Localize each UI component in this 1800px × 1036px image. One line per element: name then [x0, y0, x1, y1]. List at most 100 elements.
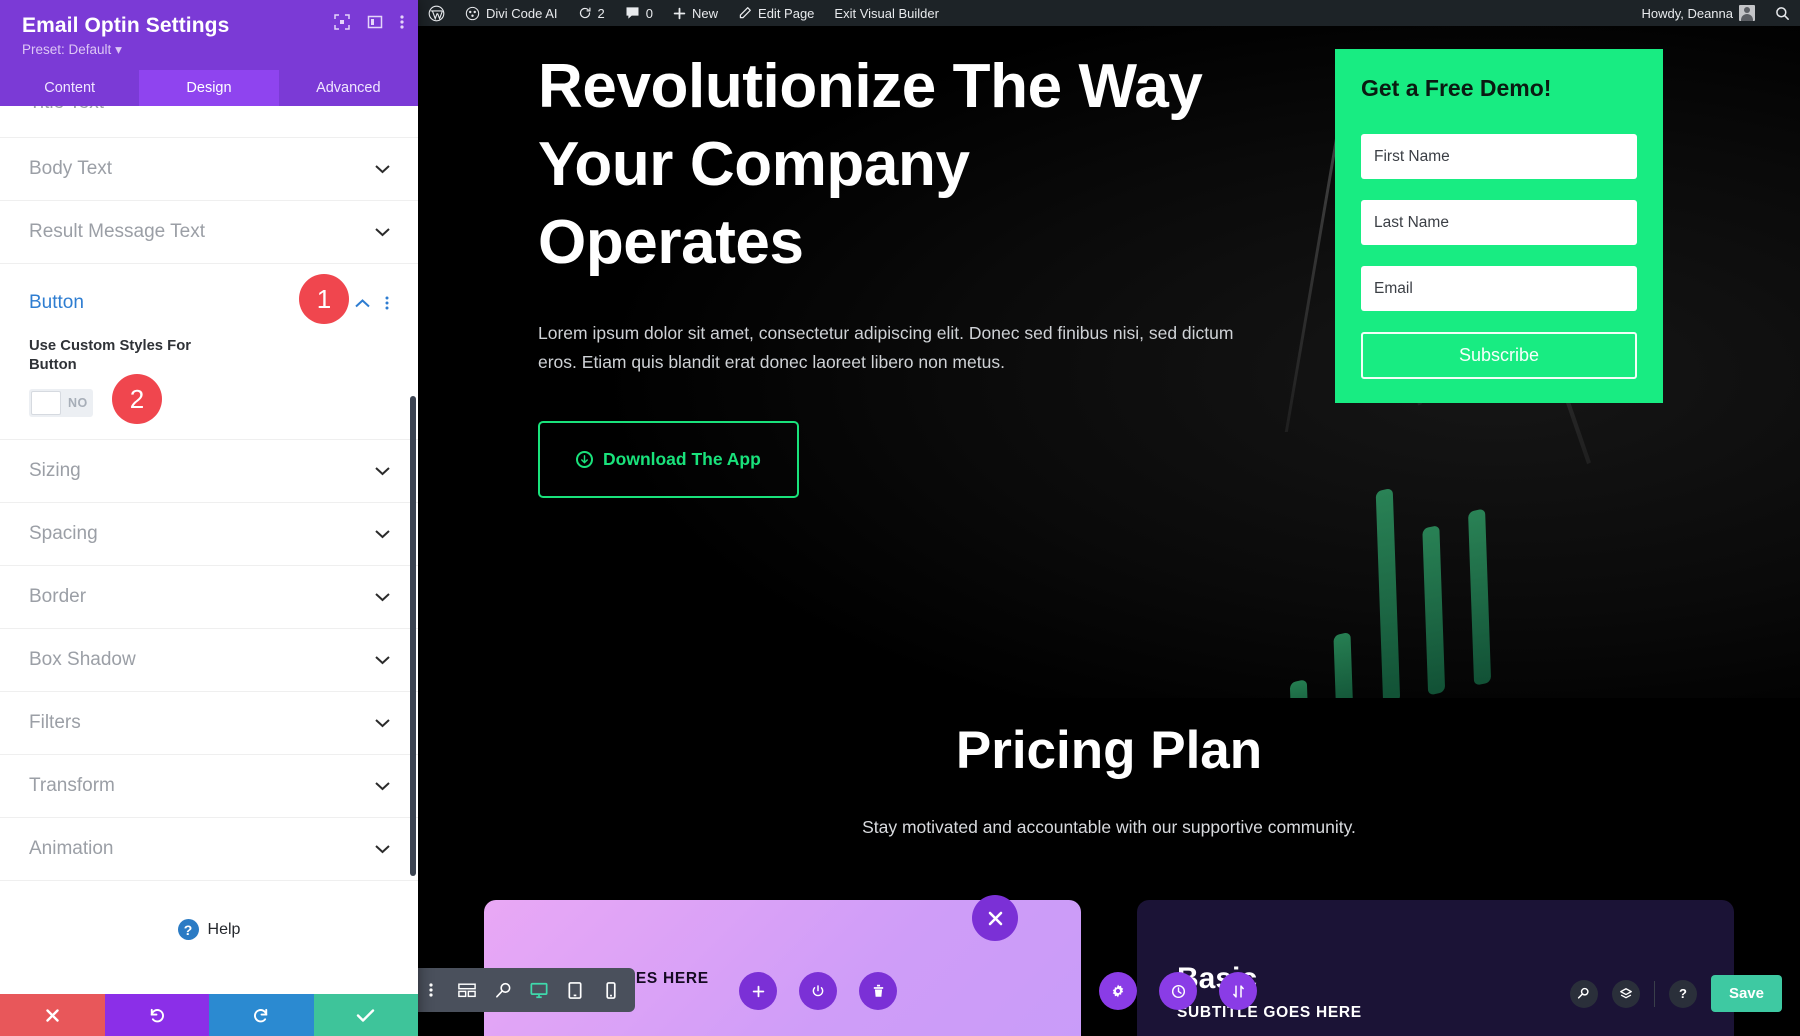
wordpress-logo-icon[interactable] [418, 0, 455, 26]
chevron-up-icon[interactable] [355, 298, 370, 308]
accordion-label: Sizing [29, 460, 81, 482]
close-section-button[interactable] [972, 895, 1018, 941]
admin-bar-label: New [692, 5, 719, 21]
accordion-spacing[interactable]: Spacing [0, 503, 418, 567]
more-options-icon[interactable] [400, 14, 404, 30]
panel-header: Email Optin Settings Preset: Default ▾ [0, 0, 418, 70]
desktop-view-icon[interactable] [521, 968, 557, 1012]
help-glyph: ? [1678, 986, 1687, 1001]
chevron-down-icon [375, 656, 390, 665]
discard-changes-button[interactable] [0, 994, 105, 1036]
help-link[interactable]: ? Help [0, 881, 418, 941]
hero-subtext: Lorem ipsum dolor sit amet, consectetur … [538, 323, 1234, 373]
toggle-knob [31, 391, 61, 416]
accordion-button-open: Button Use Custom Styles For Button NO [0, 264, 418, 441]
chevron-down-icon [375, 593, 390, 602]
help-label: Help [207, 920, 241, 938]
view-mode-toolbar [407, 968, 635, 1012]
help-icon[interactable]: ? [1668, 979, 1697, 1008]
layers-icon[interactable] [1611, 979, 1640, 1008]
optin-heading: Get a Free Demo! [1361, 75, 1552, 101]
accordion-body-text[interactable]: Body Text [0, 138, 418, 201]
admin-bar-item-new[interactable]: New [663, 0, 728, 26]
preset-selector[interactable]: Preset: Default ▾ [22, 42, 398, 58]
delete-module-button[interactable] [859, 972, 897, 1010]
last-name-input[interactable]: Last Name [1361, 200, 1637, 245]
admin-bar-item-updates[interactable]: 2 [568, 0, 615, 26]
search-icon[interactable] [1765, 0, 1800, 26]
zoom-out-view-icon[interactable] [485, 968, 521, 1012]
accordion-label: Body Text [29, 158, 113, 179]
panel-header-icons [334, 14, 404, 30]
tab-content[interactable]: Content [0, 70, 139, 106]
chevron-down-icon [375, 467, 390, 476]
accordion-sizing[interactable]: Sizing [0, 440, 418, 504]
pricing-heading: Pricing Plan [955, 721, 1263, 780]
pricing-card-2[interactable]: Basic SUBTITLE GOES HERE [1099, 900, 1734, 1036]
accordion-label: Box Shadow [29, 649, 136, 671]
hero-heading: Revolutionize The Way Your Company Opera… [538, 52, 1203, 278]
disable-module-button[interactable] [799, 972, 837, 1010]
undo-button[interactable] [104, 994, 209, 1036]
accordion-label: Border [29, 586, 87, 608]
admin-bar-item-divi-code-ai[interactable]: Divi Code AI [455, 0, 568, 26]
admin-bar-label: Edit Page [758, 5, 815, 21]
email-input[interactable]: Email [1361, 266, 1637, 311]
tab-design[interactable]: Design [139, 70, 279, 106]
tab-advanced[interactable]: Advanced [279, 70, 418, 106]
toolbar-divider [1653, 980, 1655, 1007]
phone-view-icon[interactable] [593, 968, 629, 1012]
toggle-value: NO [68, 396, 88, 411]
admin-bar-right: Howdy, Deanna [1631, 0, 1800, 26]
chevron-down-icon [375, 530, 390, 539]
save-changes-button[interactable] [313, 994, 418, 1036]
admin-bar-item-edit-page[interactable]: Edit Page [728, 0, 824, 26]
redo-button[interactable] [209, 994, 314, 1036]
accordion-label: Transform [29, 775, 115, 797]
more-tools-icon[interactable] [413, 968, 449, 1012]
accordion-animation[interactable]: Animation [0, 818, 418, 882]
email-optin-settings-panel: Email Optin Settings Preset: Default ▾ C… [0, 0, 418, 1036]
annotation-badge-1: 1 [299, 274, 349, 324]
module-actions-dark [1099, 972, 1257, 1010]
panel-scrollbar[interactable] [410, 396, 416, 876]
accordion-box-shadow[interactable]: Box Shadow [0, 629, 418, 693]
module-settings-button[interactable] [1099, 972, 1137, 1010]
accordion-label: Filters [29, 712, 81, 734]
chevron-down-icon [375, 227, 390, 237]
hero-section: Revolutionize The Way Your Company Opera… [418, 26, 1800, 698]
add-module-button[interactable] [739, 972, 777, 1010]
visual-builder-canvas: Revolutionize The Way Your Company Opera… [418, 26, 1800, 1036]
use-custom-styles-toggle[interactable]: NO [29, 389, 93, 418]
admin-bar-label: Exit Visual Builder [834, 5, 939, 21]
save-button[interactable]: Save [1710, 975, 1782, 1012]
admin-bar-item-exit-visual-builder[interactable]: Exit Visual Builder [824, 0, 949, 26]
module-history-button[interactable] [1159, 972, 1197, 1010]
chevron-down-icon [375, 719, 390, 728]
admin-bar-item-comments[interactable]: 0 [615, 0, 663, 26]
subscribe-button[interactable]: Subscribe [1361, 332, 1637, 379]
wireframe-view-icon[interactable] [449, 968, 485, 1012]
download-button-label: Download The App [603, 449, 761, 470]
accordion-transform[interactable]: Transform [0, 755, 418, 819]
accordion-result-message-text[interactable]: Result Message Text [0, 201, 418, 264]
layout-icon[interactable] [367, 14, 383, 30]
accordion-label: Animation [29, 838, 114, 860]
accordion-title-text[interactable]: Title Text [0, 106, 418, 138]
section-more-options-icon[interactable] [385, 295, 389, 311]
tablet-view-icon[interactable] [557, 968, 593, 1012]
avatar [1739, 5, 1755, 21]
accordion-header-icons [355, 295, 389, 311]
greeting-label: Howdy, Deanna [1641, 5, 1733, 21]
first-name-input[interactable]: First Name [1361, 134, 1637, 179]
module-move-button[interactable] [1219, 972, 1257, 1010]
preset-label: Preset: Default [22, 42, 112, 57]
accordion-border[interactable]: Border [0, 566, 418, 630]
accordion-filters[interactable]: Filters [0, 692, 418, 756]
account-menu[interactable]: Howdy, Deanna [1631, 0, 1765, 26]
updates-count: 2 [597, 5, 605, 21]
download-the-app-button[interactable]: Download The App [538, 421, 799, 499]
focus-icon[interactable] [334, 14, 350, 30]
email-optin-module: Get a Free Demo! First Name Last Name Em… [1335, 49, 1663, 403]
search-icon[interactable] [1569, 979, 1598, 1008]
